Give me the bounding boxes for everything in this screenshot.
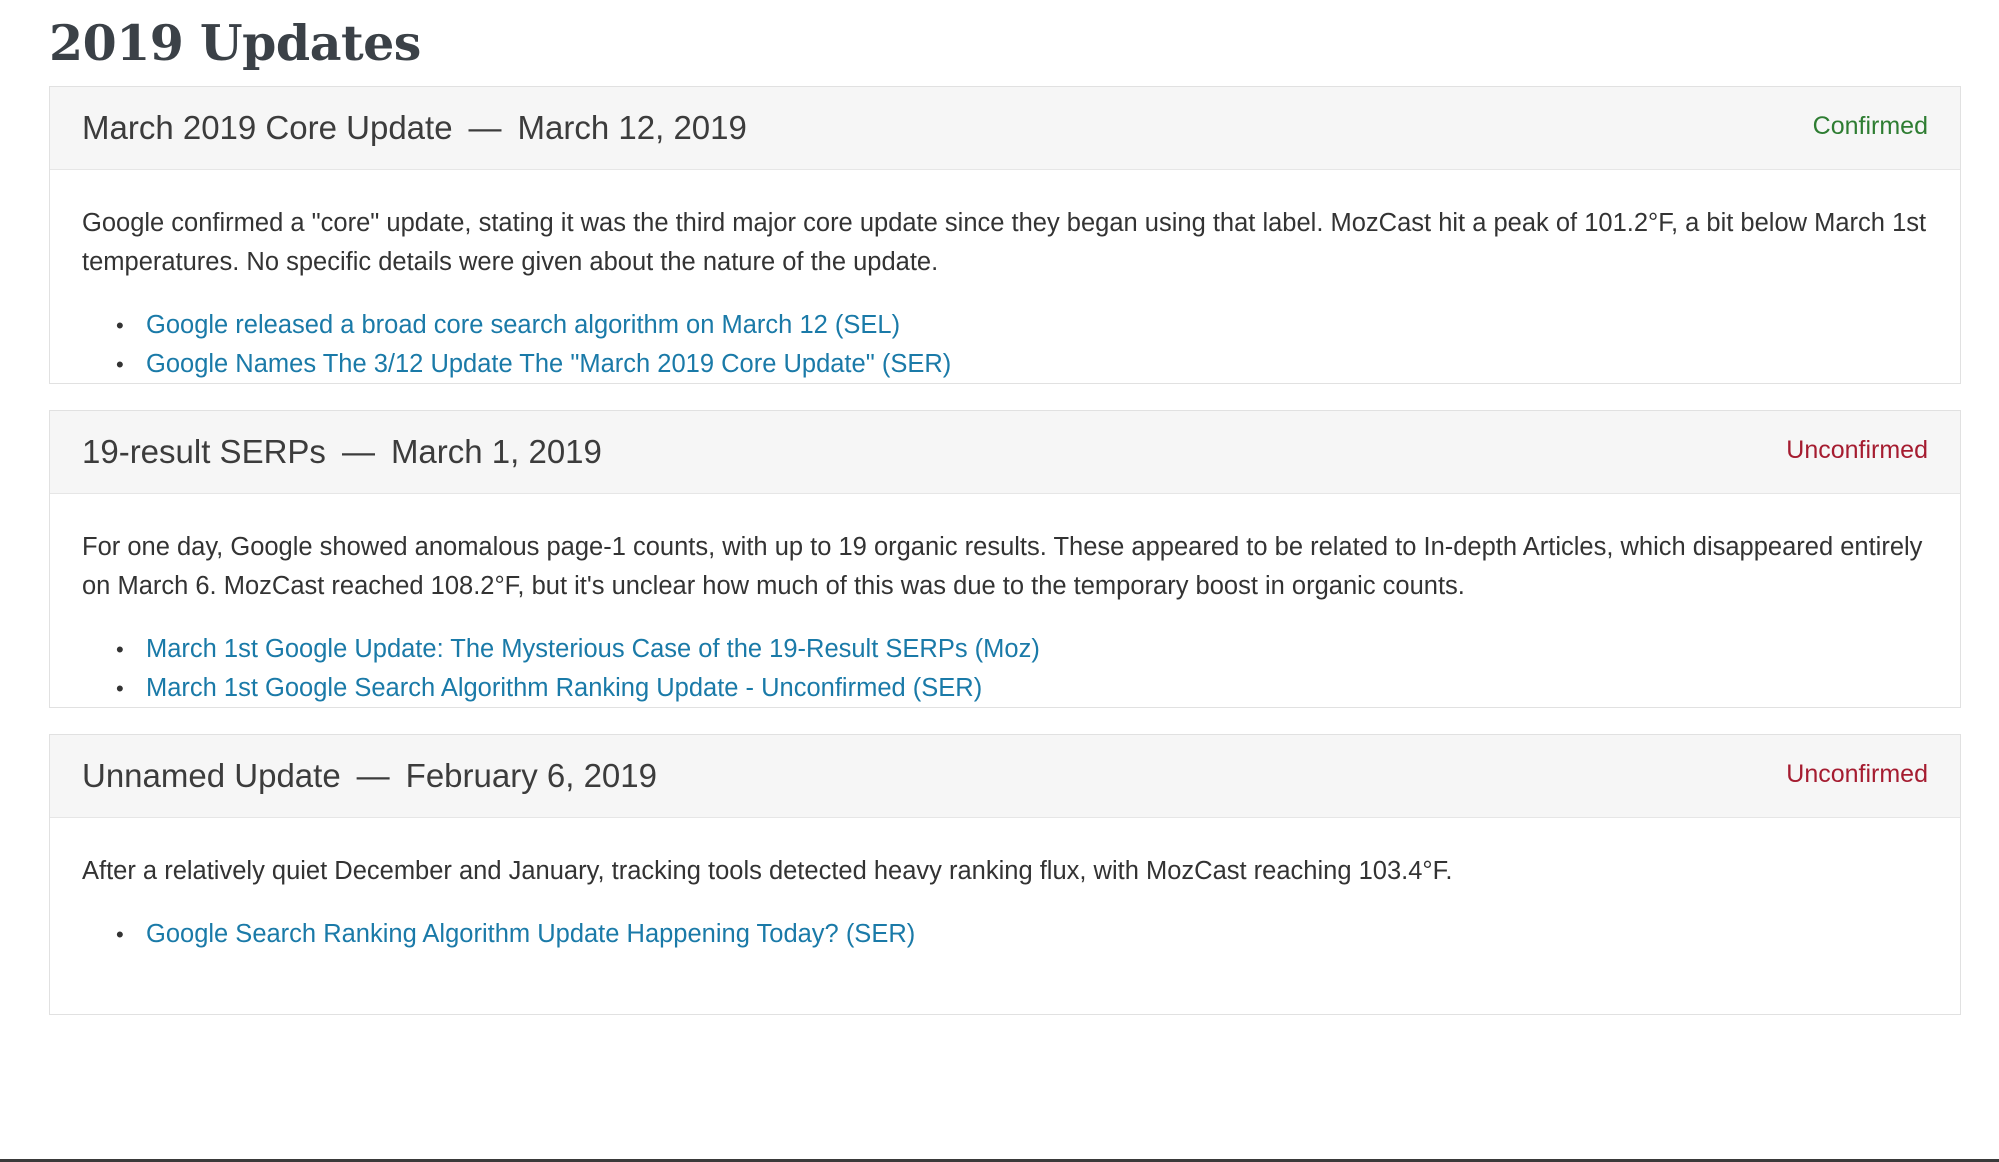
list-item: • Google released a broad core search al… [116,306,1928,345]
source-link-list: • Google released a broad core search al… [82,306,1928,384]
source-link[interactable]: Google Search Ranking Algorithm Update H… [146,920,915,948]
update-name: March 2019 Core Update [82,109,453,146]
update-title: 19-result SERPs — March 1, 2019 [82,433,602,471]
section-title: 2019 Updates [49,14,421,72]
page: 2019 Updates March 2019 Core Update — Ma… [49,0,1961,1041]
bullet-icon: • [116,352,124,377]
update-card: 19-result SERPs — March 1, 2019 Unconfir… [49,410,1961,708]
source-link-list: • Google Search Ranking Algorithm Update… [82,915,1928,954]
update-title: March 2019 Core Update — March 12, 2019 [82,109,747,147]
status-badge: Unconfirmed [1786,759,1928,788]
list-item: • Google Names The 3/12 Update The "Marc… [116,345,1928,384]
status-badge: Unconfirmed [1786,435,1928,464]
update-card-header: March 2019 Core Update — March 12, 2019 … [50,87,1960,170]
update-name: 19-result SERPs [82,433,326,470]
update-card-body: Google confirmed a "core" update, statin… [50,170,1960,383]
update-card-header: 19-result SERPs — March 1, 2019 Unconfir… [50,411,1960,494]
update-card-body: For one day, Google showed anomalous pag… [50,494,1960,707]
update-date: March 1, 2019 [390,433,602,470]
update-name: Unnamed Update [82,757,341,794]
update-card-header: Unnamed Update — February 6, 2019 Unconf… [50,735,1960,818]
update-title: Unnamed Update — February 6, 2019 [82,757,657,795]
list-item: • Google Search Ranking Algorithm Update… [116,915,1928,954]
list-item: • March 1st Google Search Algorithm Rank… [116,669,1928,708]
source-link[interactable]: Google Names The 3/12 Update The "March … [146,350,951,378]
source-link[interactable]: Google released a broad core search algo… [146,311,900,339]
source-link-list: • March 1st Google Update: The Mysteriou… [82,630,1928,708]
list-item: • March 1st Google Update: The Mysteriou… [116,630,1928,669]
bullet-icon: • [116,637,124,662]
update-card: March 2019 Core Update — March 12, 2019 … [49,86,1961,384]
bullet-icon: • [116,676,124,701]
source-link[interactable]: March 1st Google Update: The Mysterious … [146,635,1040,663]
update-card: Unnamed Update — February 6, 2019 Unconf… [49,734,1961,1015]
update-date: March 12, 2019 [517,109,747,146]
update-description: After a relatively quiet December and Ja… [82,857,1453,885]
title-separator: — [468,109,502,146]
update-card-body: After a relatively quiet December and Ja… [50,818,1960,1014]
update-description: Google confirmed a "core" update, statin… [82,209,1927,276]
status-badge: Confirmed [1812,111,1928,140]
title-separator: — [341,433,375,470]
source-link[interactable]: March 1st Google Search Algorithm Rankin… [146,674,982,702]
update-description: For one day, Google showed anomalous pag… [82,533,1923,600]
bullet-icon: • [116,922,124,947]
title-separator: — [356,757,390,794]
bullet-icon: • [116,313,124,338]
update-date: February 6, 2019 [405,757,657,794]
